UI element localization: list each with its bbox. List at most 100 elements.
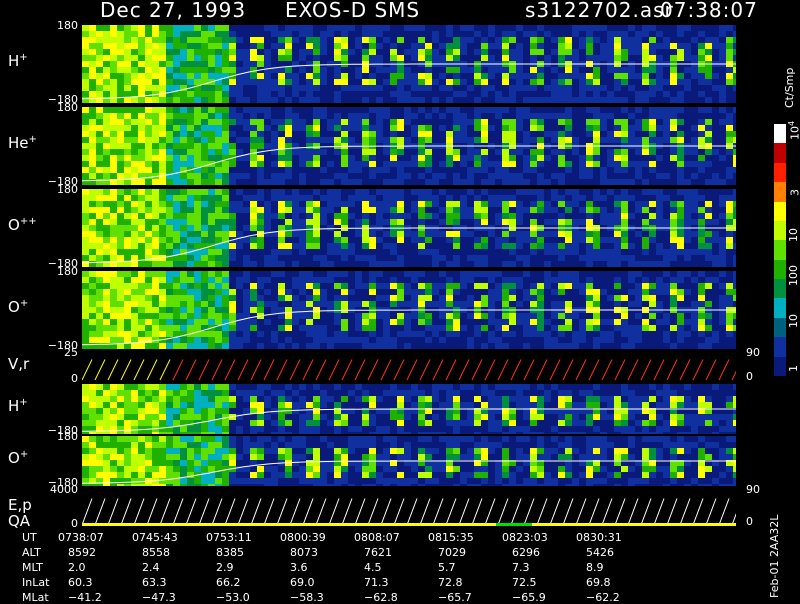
axis-right-bottom-vr: 0 xyxy=(746,370,753,383)
sweep-line xyxy=(212,499,222,526)
ephemeris-cell: −65.7 xyxy=(438,591,472,604)
ephemeris-cell: 0815:35 xyxy=(428,531,474,544)
sweep-line xyxy=(238,360,248,381)
panel-o2 xyxy=(82,436,736,486)
sweep-line xyxy=(407,499,417,526)
sweep-line xyxy=(680,360,690,381)
panel-label-opp: O++ xyxy=(8,216,37,234)
panel-h2 xyxy=(82,384,736,434)
sweep-line xyxy=(186,499,196,526)
sweep-line xyxy=(251,360,261,381)
sweep-line xyxy=(316,499,326,526)
ephemeris-cell: 0745:43 xyxy=(132,531,178,544)
ephemeris-cell: 72.5 xyxy=(512,576,537,589)
panel-h xyxy=(82,25,736,103)
ephemeris-cell: 7621 xyxy=(364,546,392,559)
axis-top-opp: 180 xyxy=(57,183,78,196)
ephemeris-cell: 8385 xyxy=(216,546,244,559)
sweep-line xyxy=(251,499,261,526)
axis-top-o: 180 xyxy=(57,265,78,278)
sweep-line xyxy=(381,499,391,526)
ephemeris-cell: 7029 xyxy=(438,546,466,559)
panel-o2-plot xyxy=(82,436,736,486)
sweep-line xyxy=(82,499,92,526)
sweep-line xyxy=(303,360,313,381)
axis-top-he: 180 xyxy=(57,101,78,114)
ephemeris-cell: 0823:03 xyxy=(502,531,548,544)
colorbar xyxy=(774,124,786,376)
sweep-line xyxy=(433,360,443,381)
panel-label-h2: H+ xyxy=(8,397,28,415)
colorbar-label: 10 xyxy=(787,314,800,328)
qa-bar xyxy=(82,523,736,526)
ephemeris-cell: −65.9 xyxy=(512,591,546,604)
ephemeris-cell: 0800:39 xyxy=(280,531,326,544)
ephemeris-cell: −53.0 xyxy=(216,591,250,604)
sweep-line xyxy=(173,499,183,526)
sweep-line xyxy=(719,499,729,526)
sweep-line xyxy=(628,360,638,381)
sweep-line xyxy=(212,360,222,381)
ephemeris-cell: 8592 xyxy=(68,546,96,559)
ephemeris-cell: 0830:31 xyxy=(576,531,622,544)
ephemeris-cell: 6296 xyxy=(512,546,540,559)
sweep-line xyxy=(563,499,573,526)
sweep-line xyxy=(368,499,378,526)
panel-he-plot xyxy=(82,107,736,185)
sweep-line xyxy=(628,499,638,526)
sweep-line xyxy=(277,499,287,526)
colorbar-label: 10 xyxy=(787,228,800,242)
sweep-line xyxy=(693,360,703,381)
panel-o xyxy=(82,271,736,349)
sweep-line xyxy=(121,499,131,526)
sweep-line xyxy=(615,499,625,526)
axis-bottom-vr: 0 xyxy=(71,372,78,385)
axis-top-ep: 4000 xyxy=(50,483,78,496)
sweep-line xyxy=(537,360,547,381)
ephemeris-cell: 0753:11 xyxy=(206,531,252,544)
sweep-line xyxy=(654,360,664,381)
sweep-line xyxy=(485,499,495,526)
colorbar-step xyxy=(774,124,786,143)
ephemeris-cell: 5426 xyxy=(586,546,614,559)
colorbar-label: 100 xyxy=(787,265,800,286)
ephemeris-row-label: InLat xyxy=(22,576,49,589)
sweep-line xyxy=(576,360,586,381)
ephemeris-cell: 72.8 xyxy=(438,576,463,589)
sweep-line xyxy=(160,360,170,381)
ephemeris-cell: 2.9 xyxy=(216,561,234,574)
sweep-line xyxy=(225,360,235,381)
sweep-line xyxy=(472,360,482,381)
ephemeris-cell: −62.2 xyxy=(586,591,620,604)
sweep-line xyxy=(615,360,625,381)
panel-h2-plot xyxy=(82,384,736,434)
axis-bottom-ep: 0 xyxy=(71,517,78,530)
sweep-line xyxy=(550,499,560,526)
colorbar-unit: Ct/Smp xyxy=(783,68,796,108)
sweep-line xyxy=(108,499,118,526)
sweep-line xyxy=(511,360,521,381)
ephemeris-row-label: UT xyxy=(22,531,37,544)
ephemeris-cell: 60.3 xyxy=(68,576,93,589)
colorbar-step xyxy=(774,260,786,279)
panel-label-he: He+ xyxy=(8,134,37,152)
axis-right-bottom-ep: 0 xyxy=(746,515,753,528)
sweep-line xyxy=(199,499,209,526)
panel-he xyxy=(82,107,736,185)
ephemeris-cell: 2.0 xyxy=(68,561,86,574)
sweep-line xyxy=(420,360,430,381)
sweep-line xyxy=(147,360,157,381)
ephemeris-cell: 63.3 xyxy=(142,576,167,589)
sweep-line xyxy=(693,499,703,526)
sweep-line xyxy=(95,499,105,526)
sweep-line xyxy=(602,499,612,526)
colorbar-step xyxy=(774,279,786,298)
sweep-line xyxy=(446,360,456,381)
sweep-line xyxy=(173,360,183,381)
ephemeris-cell: 0738:07 xyxy=(58,531,104,544)
sweep-line xyxy=(342,499,352,526)
colorbar-step xyxy=(774,221,786,240)
ephemeris-cell: 4.5 xyxy=(364,561,382,574)
ephemeris-cell: −62.8 xyxy=(364,591,398,604)
axis-top-h: 180 xyxy=(57,19,78,32)
